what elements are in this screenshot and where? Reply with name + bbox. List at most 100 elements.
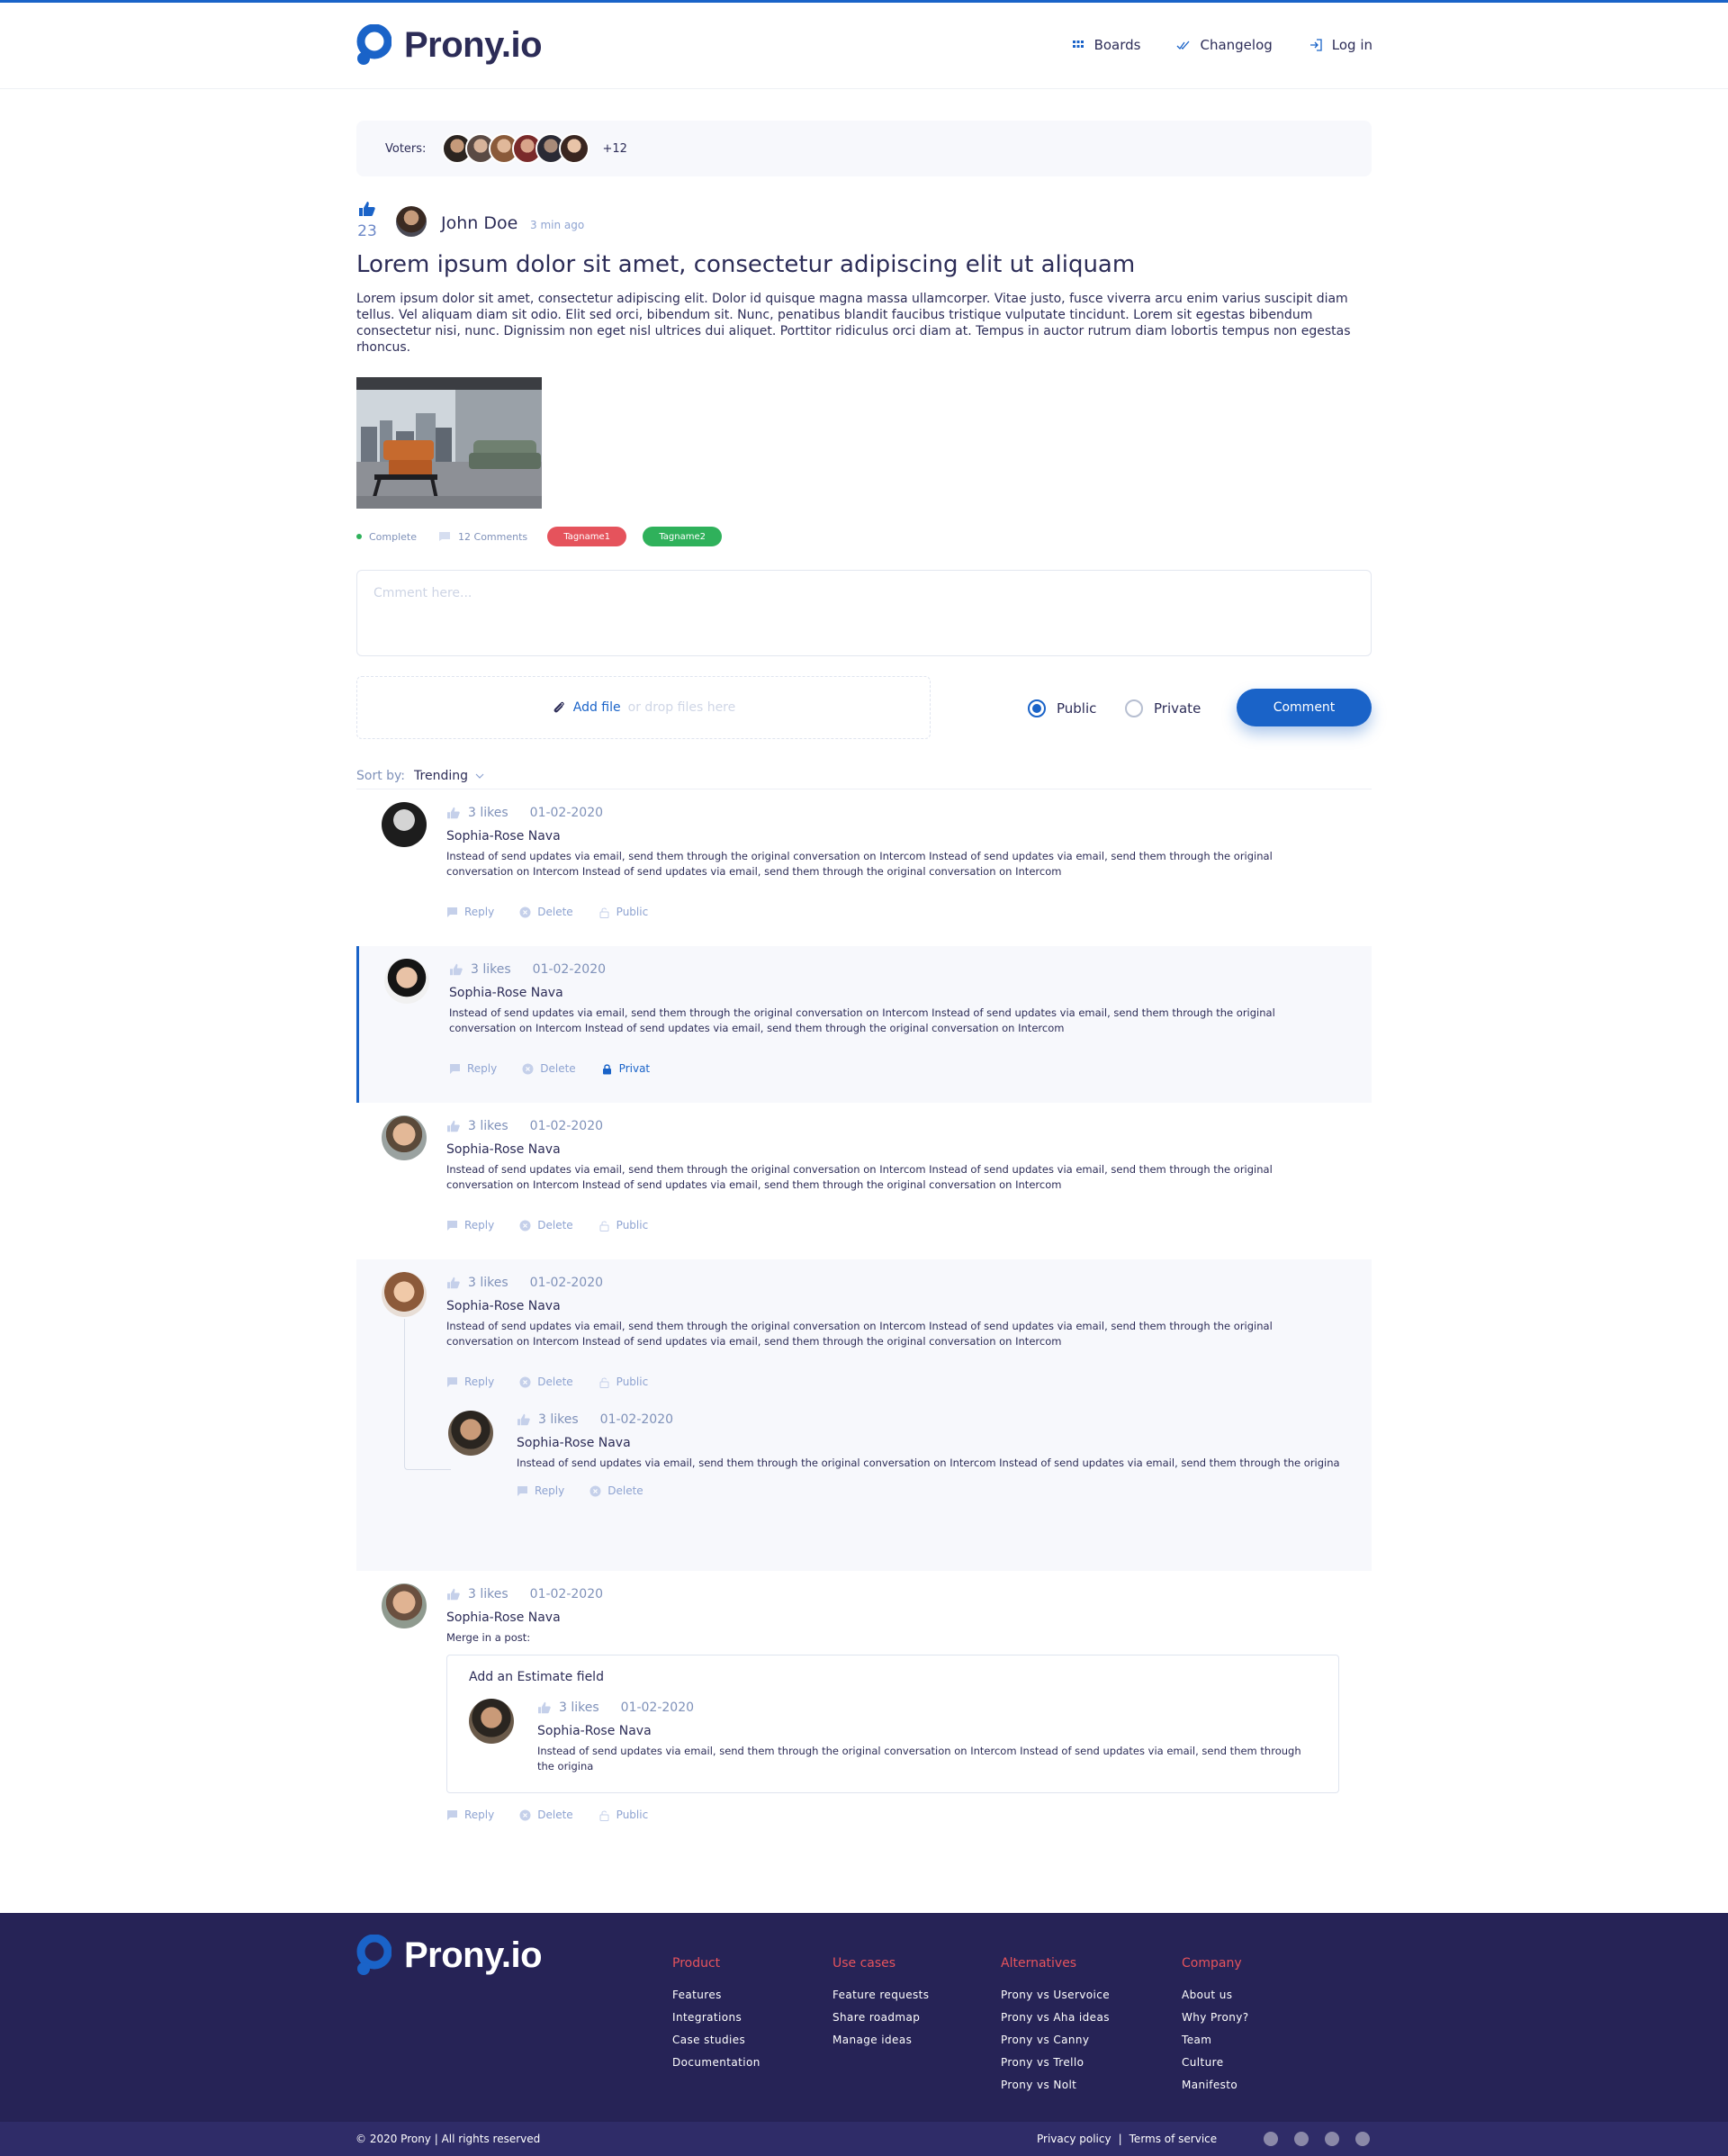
avatar[interactable] [382, 1115, 427, 1160]
delete-button[interactable]: Delete [590, 1484, 644, 1497]
reply-button[interactable]: Reply [446, 906, 494, 918]
footer-link[interactable]: Integrations [672, 2011, 760, 2024]
author-avatar[interactable] [396, 206, 427, 237]
footer-link[interactable]: Manifesto [1182, 2079, 1249, 2091]
avatar[interactable] [382, 802, 427, 847]
visibility-public[interactable]: Public [598, 906, 648, 918]
avatar[interactable] [382, 1272, 427, 1317]
lock-icon [602, 1063, 611, 1074]
nav-login[interactable]: Log in [1309, 37, 1372, 53]
like-button[interactable]: 3 likes [446, 1276, 508, 1290]
tag-badge[interactable]: Tagname2 [643, 527, 723, 546]
thumbs-up-icon [447, 1276, 460, 1289]
radio-private[interactable]: Private [1125, 699, 1201, 717]
privacy-link[interactable]: Privacy policy [1037, 2133, 1112, 2145]
upvote[interactable]: 23 [356, 201, 378, 240]
reply-button[interactable]: Reply [449, 1062, 497, 1075]
tag-badge[interactable]: Tagname1 [547, 527, 627, 546]
commenter-name[interactable]: Sophia-Rose Nava [449, 986, 1372, 1000]
delete-button[interactable]: Delete [519, 1809, 573, 1821]
footer-link[interactable]: Case studies [672, 2034, 760, 2046]
like-button[interactable]: 3 likes [446, 806, 508, 820]
radio-public-circle[interactable] [1028, 699, 1046, 717]
sort-dropdown[interactable]: Trending [414, 769, 484, 783]
voters-avatars[interactable] [442, 133, 590, 164]
comment-date: 01-02-2020 [529, 1276, 604, 1290]
footer-link[interactable]: Prony vs Trello [1001, 2056, 1110, 2069]
site-footer: Prony.io Product Features Integrations C… [0, 1913, 1728, 2156]
reply-button[interactable]: Reply [517, 1484, 564, 1497]
reply-button[interactable]: Reply [446, 1809, 494, 1821]
thumbs-up-icon [450, 963, 463, 976]
delete-button[interactable]: Delete [519, 906, 573, 918]
radio-public[interactable]: Public [1028, 699, 1096, 717]
delete-label: Delete [537, 1376, 573, 1388]
visibility-public[interactable]: Public [598, 1809, 648, 1821]
footer-link[interactable]: About us [1182, 1989, 1249, 2001]
avatar[interactable] [384, 959, 429, 1004]
status-label: Complete [369, 530, 418, 543]
commenter-name[interactable]: Sophia-Rose Nava [446, 1142, 1372, 1157]
file-dropzone[interactable]: Add file or drop files here [356, 676, 931, 739]
reply-button[interactable]: Reply [446, 1219, 494, 1231]
likes-count: 3 likes [559, 1700, 599, 1715]
grid-icon [1072, 41, 1084, 48]
footer-link[interactable]: Prony vs Uservoice [1001, 1989, 1110, 2001]
footer-link[interactable]: Prony vs Nolt [1001, 2079, 1110, 2091]
footer-link[interactable]: Prony vs Canny [1001, 2034, 1110, 2046]
avatar[interactable] [448, 1411, 493, 1456]
commenter-name[interactable]: Sophia-Rose Nava [446, 1610, 1372, 1625]
footer-link[interactable]: Manage ideas [832, 2034, 929, 2046]
logo[interactable]: Prony.io [356, 23, 543, 66]
merged-post-title[interactable]: Add an Estimate field [469, 1670, 1317, 1684]
footer-col-title: Product [672, 1956, 721, 1971]
footer-link[interactable]: Features [672, 1989, 760, 2001]
footer-link[interactable]: Documentation [672, 2056, 760, 2069]
author-name[interactable]: John Doe [441, 213, 518, 233]
commenter-name[interactable]: Sophia-Rose Nava [517, 1436, 1372, 1450]
footer-link[interactable]: Team [1182, 2034, 1249, 2046]
delete-button[interactable]: Delete [519, 1219, 573, 1231]
like-button[interactable]: 3 likes [446, 1119, 508, 1133]
commenter-name[interactable]: Sophia-Rose Nava [537, 1724, 1317, 1738]
status-badge[interactable]: Complete [356, 531, 417, 543]
reply-button[interactable]: Reply [446, 1376, 494, 1388]
comment-text: Instead of send updates via email, send … [449, 1006, 1275, 1034]
footer-link[interactable]: Prony vs Aha ideas [1001, 2011, 1110, 2024]
thumbs-up-icon [359, 202, 375, 216]
like-button[interactable]: 3 likes [537, 1700, 599, 1715]
radio-private-circle[interactable] [1125, 699, 1143, 717]
delete-button[interactable]: Delete [519, 1376, 573, 1388]
voters-more-count[interactable]: +12 [602, 142, 626, 156]
like-button[interactable]: 3 likes [449, 962, 511, 977]
add-file-link[interactable]: Add file [573, 700, 621, 715]
delete-button[interactable]: Delete [522, 1062, 576, 1075]
thumbs-up-icon [538, 1701, 551, 1714]
footer-link[interactable]: Why Prony? [1182, 2011, 1249, 2024]
footer-logo[interactable]: Prony.io [356, 1934, 543, 1976]
comment-button[interactable]: Comment [1237, 689, 1372, 726]
footer-link[interactable]: Feature requests [832, 1989, 929, 2001]
site-header: Prony.io Boards Changelog Log in [0, 3, 1728, 89]
post-image[interactable] [356, 377, 542, 509]
nav-changelog[interactable]: Changelog [1176, 37, 1273, 53]
visibility-public[interactable]: Public [598, 1376, 648, 1388]
avatar[interactable] [469, 1699, 514, 1744]
visibility-private[interactable]: Privat [601, 1062, 650, 1075]
commenter-name[interactable]: Sophia-Rose Nava [446, 829, 1372, 843]
comment-input[interactable] [374, 586, 1354, 600]
footer-link[interactable]: Share roadmap [832, 2011, 929, 2024]
commenter-name[interactable]: Sophia-Rose Nava [446, 1299, 1372, 1313]
visibility-public[interactable]: Public [598, 1219, 648, 1231]
like-button[interactable]: 3 likes [446, 1587, 508, 1601]
compose-controls: Add file or drop files here Public Priva… [356, 676, 1372, 741]
merged-post-card[interactable]: Add an Estimate field 3 likes 01-02-2020… [446, 1655, 1339, 1793]
terms-link[interactable]: Terms of service [1130, 2133, 1218, 2145]
avatar[interactable] [382, 1583, 427, 1628]
nav-boards[interactable]: Boards [1071, 37, 1140, 53]
like-button[interactable]: 3 likes [517, 1412, 579, 1427]
footer-link[interactable]: Culture [1182, 2056, 1249, 2069]
lock-open-icon [599, 1810, 609, 1821]
comment-input-box[interactable] [356, 570, 1372, 656]
comments-count[interactable]: 12 Comments [438, 531, 527, 543]
